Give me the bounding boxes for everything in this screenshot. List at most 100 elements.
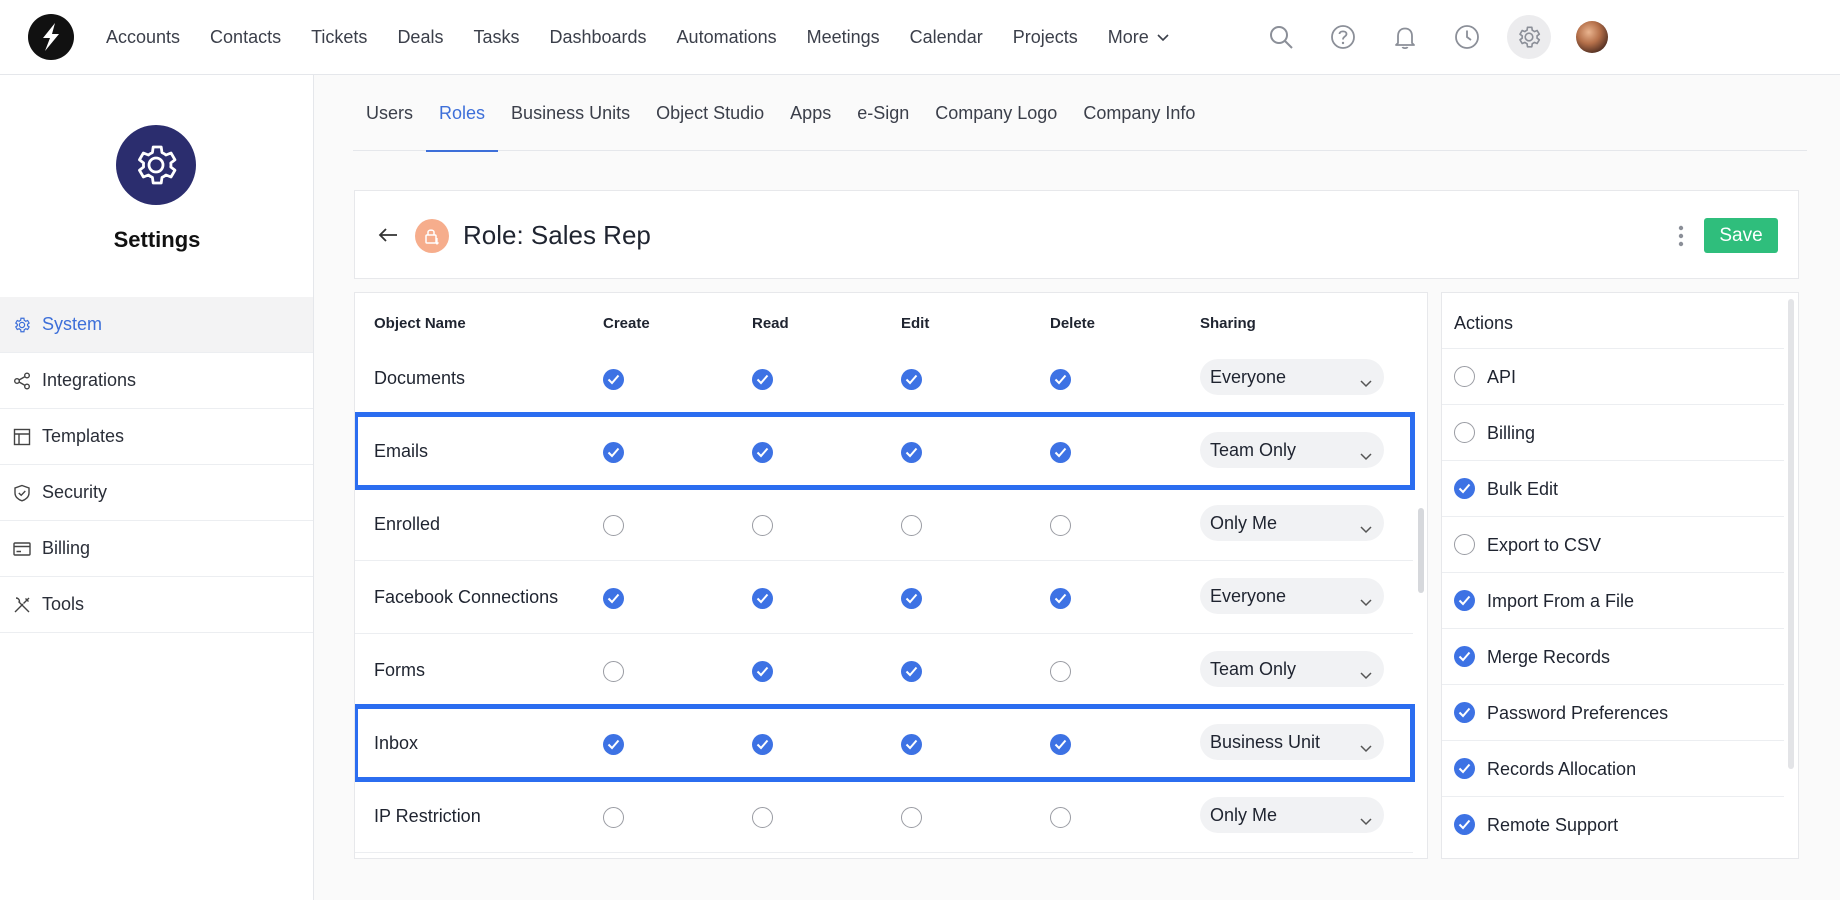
action-checkbox[interactable] bbox=[1454, 814, 1475, 835]
nav-item-deals[interactable]: Deals bbox=[397, 27, 443, 48]
read-checkbox[interactable] bbox=[752, 661, 773, 682]
nav-item-meetings[interactable]: Meetings bbox=[807, 27, 880, 48]
action-item[interactable]: Bulk Edit bbox=[1442, 460, 1784, 516]
edit-checkbox[interactable] bbox=[901, 807, 922, 828]
tab-company-info[interactable]: Company Info bbox=[1070, 75, 1208, 151]
edit-checkbox[interactable] bbox=[901, 369, 922, 390]
sharing-select[interactable]: Only Me bbox=[1200, 797, 1384, 833]
sidebar-item-system[interactable]: System bbox=[0, 297, 313, 353]
sidebar-item-templates[interactable]: Templates bbox=[0, 409, 313, 465]
app-logo-icon[interactable] bbox=[28, 14, 74, 60]
save-button[interactable]: Save bbox=[1704, 218, 1778, 253]
create-checkbox[interactable] bbox=[603, 588, 624, 609]
page-title: Role: Sales Rep bbox=[463, 220, 651, 250]
action-checkbox[interactable] bbox=[1454, 646, 1475, 667]
sidebar-item-security[interactable]: Security bbox=[0, 465, 313, 521]
edit-checkbox[interactable] bbox=[901, 442, 922, 463]
create-checkbox[interactable] bbox=[603, 661, 624, 682]
create-checkbox[interactable] bbox=[603, 734, 624, 755]
edit-checkbox[interactable] bbox=[901, 588, 922, 609]
read-checkbox[interactable] bbox=[752, 807, 773, 828]
action-checkbox[interactable] bbox=[1454, 422, 1475, 443]
nav-item-dashboards[interactable]: Dashboards bbox=[549, 27, 646, 48]
create-checkbox[interactable] bbox=[603, 515, 624, 536]
tab-apps[interactable]: Apps bbox=[777, 75, 844, 151]
read-checkbox[interactable] bbox=[752, 442, 773, 463]
action-item[interactable]: API bbox=[1442, 348, 1784, 404]
action-checkbox[interactable] bbox=[1454, 366, 1475, 387]
tab-object-studio[interactable]: Object Studio bbox=[643, 75, 777, 151]
action-checkbox[interactable] bbox=[1454, 590, 1475, 611]
sharing-value: Everyone bbox=[1210, 585, 1287, 606]
action-label: Billing bbox=[1487, 423, 1536, 443]
create-checkbox[interactable] bbox=[603, 807, 624, 828]
tab-users[interactable]: Users bbox=[353, 75, 426, 151]
nav-item-calendar[interactable]: Calendar bbox=[910, 27, 983, 48]
delete-checkbox[interactable] bbox=[1050, 807, 1071, 828]
delete-checkbox[interactable] bbox=[1050, 369, 1071, 390]
nav-item-accounts[interactable]: Accounts bbox=[106, 27, 180, 48]
tab-roles[interactable]: Roles bbox=[426, 75, 499, 152]
sidebar-item-billing[interactable]: Billing bbox=[0, 521, 313, 577]
more-options-icon[interactable] bbox=[1678, 225, 1684, 247]
action-checkbox[interactable] bbox=[1454, 478, 1475, 499]
edit-checkbox[interactable] bbox=[901, 734, 922, 755]
action-item[interactable]: Remote Support bbox=[1442, 796, 1784, 852]
sharing-select[interactable]: Business Unit bbox=[1200, 724, 1384, 760]
action-item[interactable]: Records Allocation bbox=[1442, 740, 1784, 796]
sharing-select[interactable]: Team Only bbox=[1200, 432, 1384, 468]
back-arrow-icon[interactable] bbox=[377, 224, 399, 246]
avatar[interactable] bbox=[1576, 21, 1608, 53]
gear-icon[interactable] bbox=[1507, 15, 1551, 59]
create-checkbox[interactable] bbox=[603, 369, 624, 390]
nav-item-tickets[interactable]: Tickets bbox=[311, 27, 367, 48]
nav-item-projects[interactable]: Projects bbox=[1013, 27, 1078, 48]
table-scrollbar[interactable] bbox=[1418, 508, 1424, 593]
nav-item-contacts[interactable]: Contacts bbox=[210, 27, 281, 48]
read-checkbox[interactable] bbox=[752, 734, 773, 755]
sharing-select[interactable]: Everyone bbox=[1200, 578, 1384, 614]
read-checkbox[interactable] bbox=[752, 515, 773, 536]
sidebar-item-integrations[interactable]: Integrations bbox=[0, 353, 313, 409]
actions-scrollbar[interactable] bbox=[1788, 299, 1794, 769]
object-name-cell: Emails bbox=[374, 441, 429, 461]
delete-checkbox[interactable] bbox=[1050, 515, 1071, 536]
action-checkbox[interactable] bbox=[1454, 534, 1475, 555]
gear-icon bbox=[12, 315, 32, 335]
bell-icon[interactable] bbox=[1383, 15, 1427, 59]
sidebar-item-label: Integrations bbox=[42, 370, 137, 390]
sidebar-item-tools[interactable]: Tools bbox=[0, 577, 313, 633]
action-item[interactable]: Password Preferences bbox=[1442, 684, 1784, 740]
delete-checkbox[interactable] bbox=[1050, 734, 1071, 755]
delete-checkbox[interactable] bbox=[1050, 661, 1071, 682]
read-checkbox[interactable] bbox=[752, 588, 773, 609]
tab-e-sign[interactable]: e-Sign bbox=[844, 75, 922, 151]
create-checkbox[interactable] bbox=[603, 442, 624, 463]
nav-item-tasks[interactable]: Tasks bbox=[473, 27, 519, 48]
table-row: Inbox Business Unit bbox=[355, 707, 1413, 780]
tab-company-logo[interactable]: Company Logo bbox=[922, 75, 1070, 151]
edit-checkbox[interactable] bbox=[901, 515, 922, 536]
nav-item-automations[interactable]: Automations bbox=[677, 27, 777, 48]
clock-icon[interactable] bbox=[1445, 15, 1489, 59]
read-checkbox[interactable] bbox=[752, 369, 773, 390]
action-checkbox[interactable] bbox=[1454, 702, 1475, 723]
action-item[interactable]: Billing bbox=[1442, 404, 1784, 460]
search-icon[interactable] bbox=[1259, 15, 1303, 59]
action-item[interactable]: Merge Records bbox=[1442, 628, 1784, 684]
sharing-select[interactable]: Only Me bbox=[1200, 505, 1384, 541]
sharing-select[interactable]: Everyone bbox=[1200, 359, 1384, 395]
table-row: IP Restriction Only Me bbox=[355, 780, 1413, 853]
action-item[interactable]: Export to CSV bbox=[1442, 516, 1784, 572]
help-icon[interactable] bbox=[1321, 15, 1365, 59]
delete-checkbox[interactable] bbox=[1050, 442, 1071, 463]
action-item[interactable]: Import From a File bbox=[1442, 572, 1784, 628]
delete-checkbox[interactable] bbox=[1050, 588, 1071, 609]
edit-checkbox[interactable] bbox=[901, 661, 922, 682]
table-row: Emails Team Only bbox=[355, 415, 1413, 488]
nav-item-more[interactable]: More bbox=[1108, 27, 1169, 48]
chevron-down-icon bbox=[1360, 737, 1372, 758]
tab-business-units[interactable]: Business Units bbox=[498, 75, 643, 151]
action-checkbox[interactable] bbox=[1454, 758, 1475, 779]
sharing-select[interactable]: Team Only bbox=[1200, 651, 1384, 687]
